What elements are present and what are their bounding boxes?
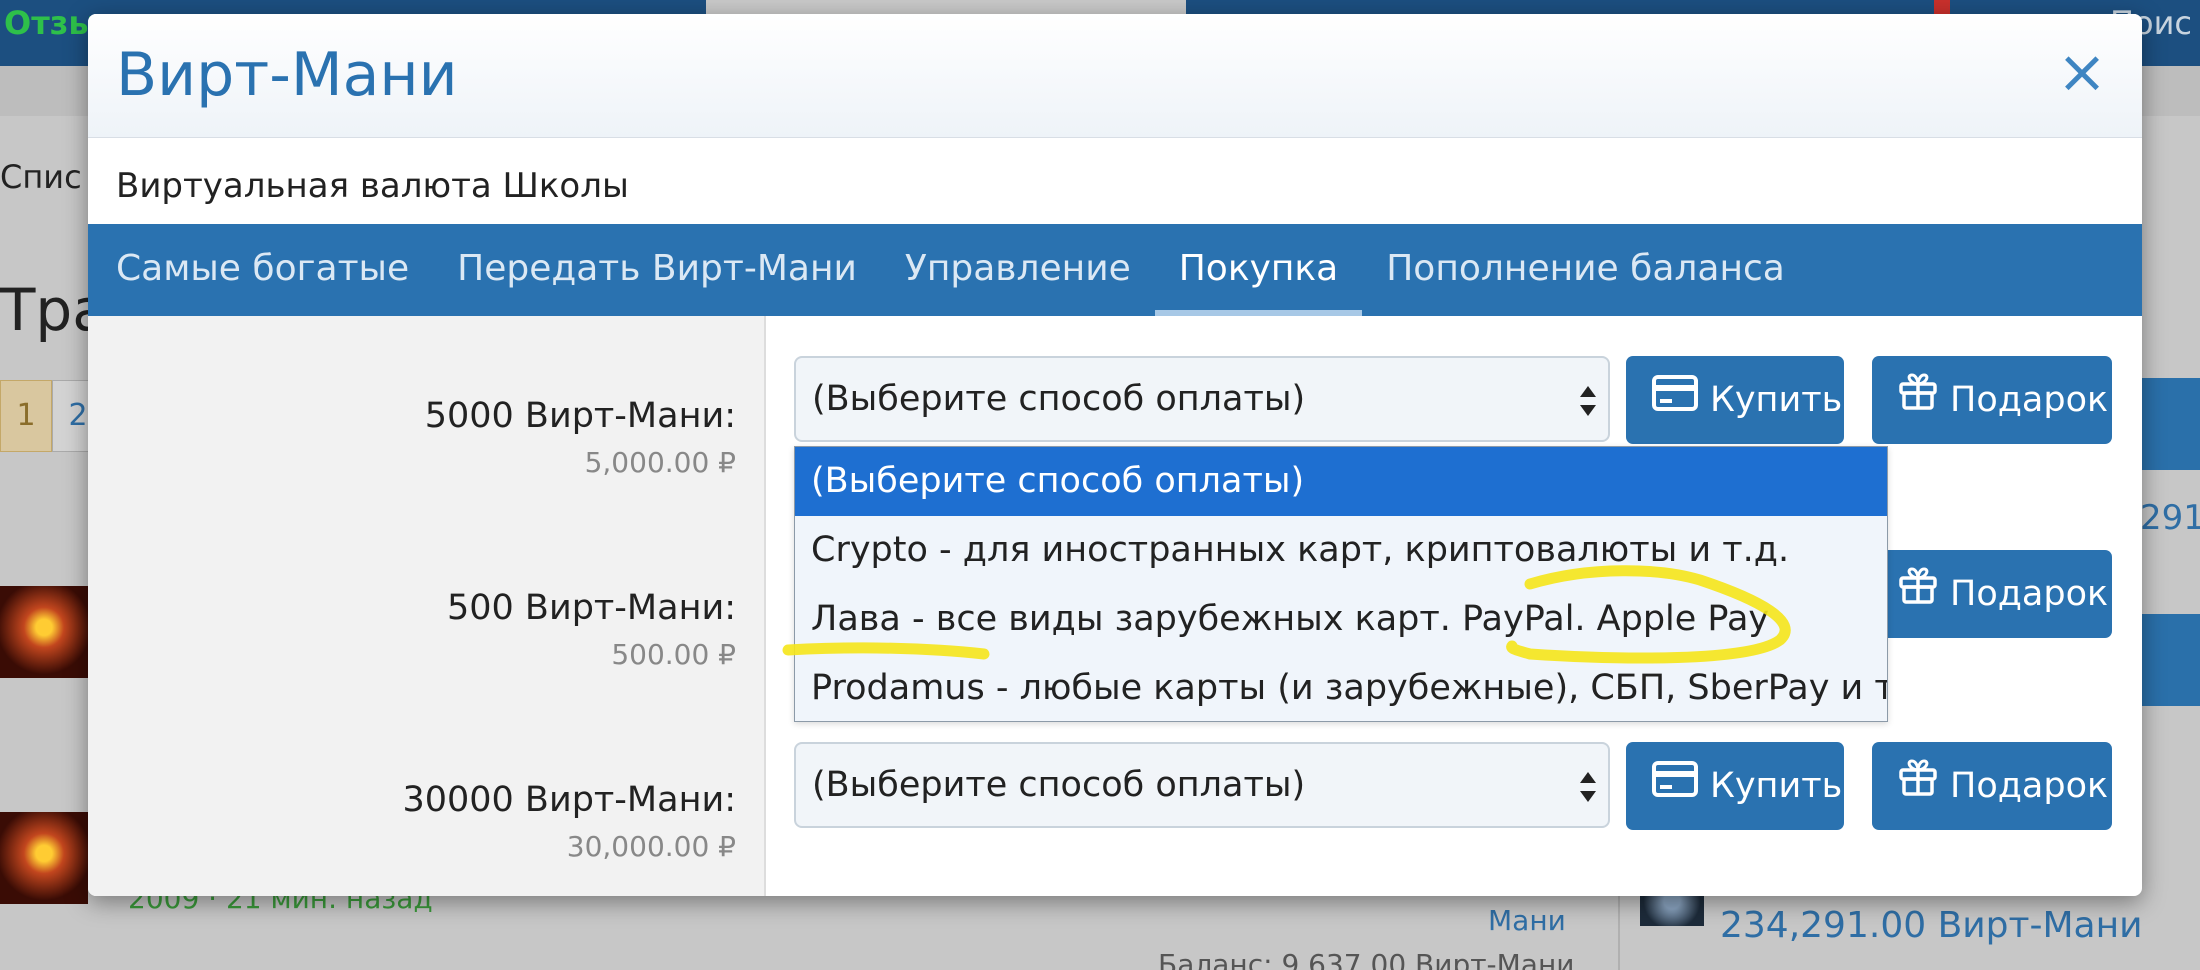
row-label: 500 Вирт-Мани: <box>447 588 736 628</box>
tab-purchase[interactable]: Покупка <box>1154 224 1363 316</box>
gift-label: Подарок <box>1950 766 2109 806</box>
background-right-panel <box>2140 378 2200 470</box>
tab-richest[interactable]: Самые богатые <box>92 224 433 316</box>
gift-icon <box>1898 742 1938 830</box>
background-topbar-left: Отзы <box>4 4 98 42</box>
gift-button[interactable]: Подарок <box>1872 550 2112 638</box>
payment-method-select[interactable]: (Выберите способ оплаты) <box>794 742 1610 828</box>
dropdown-option[interactable]: Crypto - для иностранных карт, криптовал… <box>795 516 1887 585</box>
background-amount: 234,291.00 Вирт-Мани <box>1720 905 2143 946</box>
labels-column: 5000 Вирт-Мани: 5,000.00 ₽ 500 Вирт-Мани… <box>88 316 766 896</box>
row-label: 5000 Вирт-Мани: <box>424 396 736 436</box>
dropdown-option[interactable]: Prodamus - любые карты (и зарубежные), С… <box>795 654 1887 723</box>
tab-top-up[interactable]: Пополнение баланса <box>1362 224 1809 316</box>
background-avatar <box>0 812 88 904</box>
tab-transfer[interactable]: Передать Вирт-Мани <box>433 224 881 316</box>
row-price: 30,000.00 ₽ <box>566 830 736 863</box>
tab-bar: Самые богатые Передать Вирт-Мани Управле… <box>88 224 2142 316</box>
gift-button[interactable]: Подарок <box>1872 356 2112 444</box>
buy-button[interactable]: Купить <box>1626 356 1844 444</box>
gift-button[interactable]: Подарок <box>1872 742 2112 830</box>
select-arrows-icon <box>1580 386 1596 416</box>
buy-button[interactable]: Купить <box>1626 742 1844 830</box>
credit-card-icon <box>1652 742 1698 830</box>
tab-management[interactable]: Управление <box>881 224 1155 316</box>
background-balance: Баланс: 9,637.00 Вирт-Мани <box>1158 948 1575 970</box>
buy-label: Купить <box>1710 766 1843 806</box>
modal-title: Вирт-Мани <box>116 40 458 110</box>
credit-card-icon <box>1652 356 1698 444</box>
modal-subtitle: Виртуальная валюта Школы <box>116 166 629 206</box>
payment-method-dropdown: (Выберите способ оплаты) Crypto - для ин… <box>794 446 1888 722</box>
row-label: 30000 Вирт-Мани: <box>402 780 736 820</box>
background-right-panel <box>2140 614 2200 706</box>
background-list-link: Спис <box>0 158 82 196</box>
background-mani: Мани <box>1488 904 1566 937</box>
virt-mani-modal: Вирт-Мани × Виртуальная валюта Школы Сам… <box>88 14 2142 896</box>
select-value: (Выберите способ оплаты) <box>812 379 1306 419</box>
gift-label: Подарок <box>1950 380 2109 420</box>
select-arrows-icon <box>1580 772 1596 802</box>
page-1: 1 <box>0 380 52 452</box>
background-avatar <box>0 586 88 678</box>
background-right-number: 291.0 <box>2140 498 2200 538</box>
close-icon[interactable]: × <box>2054 42 2110 102</box>
row-price: 500.00 ₽ <box>611 638 736 671</box>
gift-label: Подарок <box>1950 574 2109 614</box>
gift-icon <box>1898 356 1938 444</box>
gift-icon <box>1898 550 1938 638</box>
modal-header: Вирт-Мани × <box>88 14 2142 138</box>
dropdown-option[interactable]: (Выберите способ оплаты) <box>795 447 1887 516</box>
dropdown-option[interactable]: Лава - все виды зарубежных карт. PayPal.… <box>795 585 1887 654</box>
row-price: 5,000.00 ₽ <box>584 446 736 479</box>
select-value: (Выберите способ оплаты) <box>812 765 1306 805</box>
buy-label: Купить <box>1710 380 1843 420</box>
payment-method-select[interactable]: (Выберите способ оплаты) <box>794 356 1610 442</box>
